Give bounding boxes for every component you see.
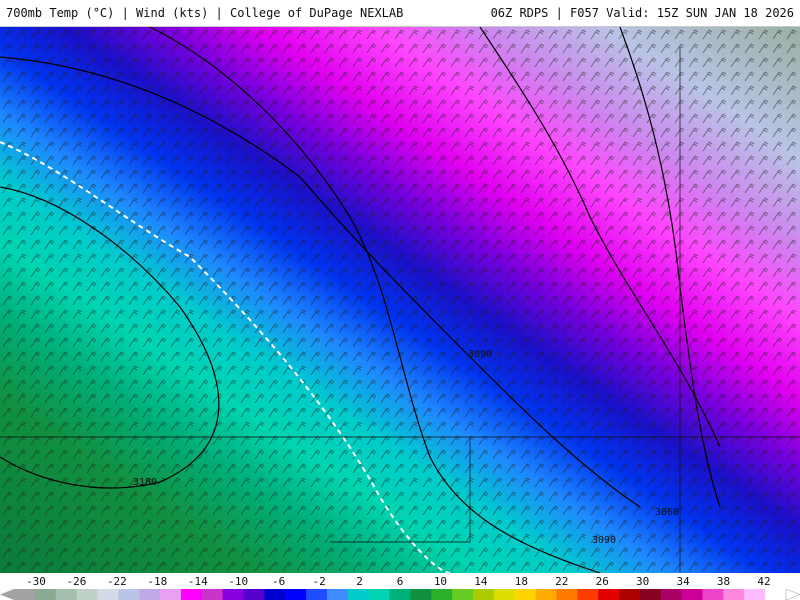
colorbar-tick-label: -10 bbox=[228, 575, 249, 588]
colorbar-tick-label: 6 bbox=[396, 575, 404, 588]
colorbar-tick-label: 14 bbox=[474, 575, 488, 588]
contour-label: 3060 bbox=[655, 507, 679, 518]
colorbar-swatch bbox=[493, 589, 516, 600]
colorbar-tick-label: -18 bbox=[147, 575, 168, 588]
colorbar-tick-label: 18 bbox=[514, 575, 528, 588]
colorbar-swatch bbox=[34, 589, 57, 600]
colorbar-swatch bbox=[118, 589, 140, 600]
colorbar-labels: -30 -26 -22 -18 -14 -10 -6 -2 2 6 10 14 18 22 26 30 34 38… bbox=[0, 574, 800, 588]
colorbar-swatch bbox=[473, 589, 495, 600]
colorbar-swatch bbox=[452, 589, 474, 600]
contour-label: 3090 bbox=[468, 349, 492, 360]
colorbar-tick-label: -22 bbox=[106, 575, 127, 588]
colorbar-swatch bbox=[264, 589, 286, 600]
colorbar-swatch bbox=[577, 589, 599, 600]
colorbar-swatch bbox=[389, 589, 411, 600]
colorbar-arrow-left bbox=[0, 589, 14, 600]
colorbar-swatch bbox=[306, 589, 328, 600]
colorbar-tick-label: 2 bbox=[356, 575, 363, 588]
colorbar-tick-label: 30 bbox=[636, 575, 650, 588]
map-header: 700mb Temp (°C) | Wind (kts) | College o… bbox=[0, 0, 800, 27]
colorbar-swatch bbox=[14, 589, 36, 600]
colorbar-swatch bbox=[55, 589, 78, 600]
contour-label: 3090 bbox=[592, 535, 616, 546]
colorbar-tick-label: 26 bbox=[595, 575, 609, 588]
colorbar-swatch bbox=[431, 589, 453, 600]
colorbar-swatch bbox=[180, 589, 203, 600]
contour-label: 3180 bbox=[133, 477, 157, 488]
colorbar-tick-label: -2 bbox=[312, 575, 326, 588]
colorbar-swatch bbox=[76, 589, 98, 600]
colorbar-tick-label: 42 bbox=[757, 575, 771, 588]
colorbar-swatch bbox=[598, 589, 620, 600]
colorbar-swatch bbox=[639, 589, 662, 600]
colorbar-swatch bbox=[410, 589, 432, 600]
colorbar-swatch bbox=[139, 589, 161, 600]
colorbar-swatch bbox=[765, 589, 787, 600]
colorbar-swatch bbox=[514, 589, 537, 600]
model-valid-time: 06Z RDPS | F057 Valid: 15Z SUN JAN 18 20… bbox=[490, 6, 794, 20]
colorbar-swatch bbox=[243, 589, 265, 600]
colorbar-swatch bbox=[368, 589, 391, 600]
colorbar-swatch bbox=[222, 589, 245, 600]
colorbar-swatch bbox=[347, 589, 370, 600]
colorbar-swatch bbox=[556, 589, 578, 600]
colorbar-swatch bbox=[660, 589, 683, 600]
colorbar-swatch bbox=[702, 589, 724, 600]
colorbar-tick-label: 38 bbox=[716, 575, 731, 588]
colorbar bbox=[0, 589, 800, 600]
colorbar-tick-label: 10 bbox=[433, 575, 448, 588]
colorbar-tick-label: -30 bbox=[26, 575, 46, 588]
product-title: 700mb Temp (°C) | Wind (kts) | College o… bbox=[6, 6, 404, 20]
colorbar-tick-label: -14 bbox=[187, 575, 208, 588]
colorbar-swatch bbox=[326, 589, 349, 600]
colorbar-tick-label: -26 bbox=[66, 575, 87, 588]
colorbar-swatch bbox=[619, 589, 641, 600]
colorbar-swatch bbox=[744, 589, 766, 600]
colorbar-tick-label: 22 bbox=[555, 575, 569, 588]
colorbar-swatch bbox=[535, 589, 557, 600]
colorbar-swatch bbox=[285, 589, 307, 600]
colorbar-swatch bbox=[723, 589, 745, 600]
colorbar-tick-label: -6 bbox=[272, 575, 286, 588]
weather-map: 3090 3180 3060 3090 bbox=[0, 27, 800, 573]
colorbar-swatch bbox=[201, 589, 224, 600]
colorbar-arrow-right bbox=[785, 589, 800, 600]
colorbar-swatch bbox=[681, 589, 704, 600]
colorbar-swatch bbox=[97, 589, 119, 600]
colorbar-tick-label: 34 bbox=[676, 575, 690, 588]
colorbar-swatch bbox=[160, 589, 182, 600]
